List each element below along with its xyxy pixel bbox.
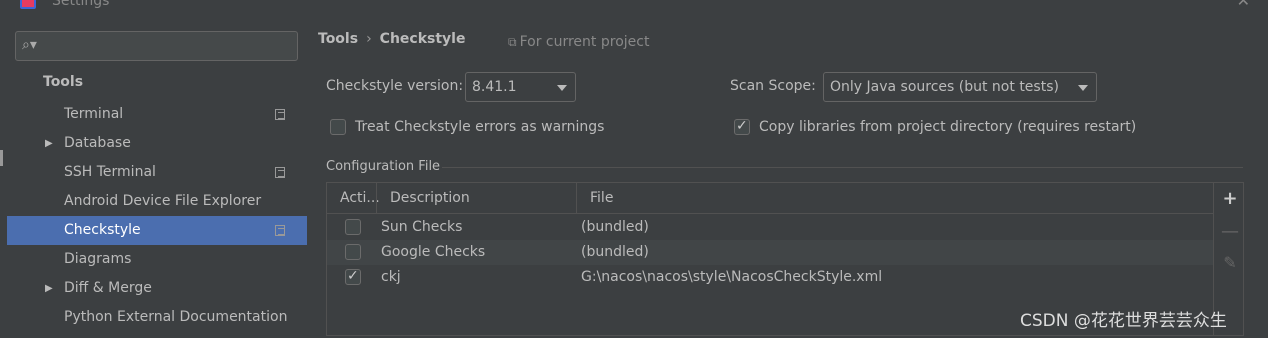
column-header-description[interactable]: Description xyxy=(377,183,470,214)
settings-search-box[interactable]: ⌕▾ xyxy=(15,31,298,61)
sidebar-item-diagrams[interactable]: Diagrams xyxy=(7,245,307,274)
sidebar-item-label: Terminal xyxy=(64,106,124,122)
for-current-project-label: For current project xyxy=(519,34,650,50)
table-row[interactable]: ✓ ckj G:\nacos\nacos\style\NacosCheckStyle… xyxy=(327,265,1213,290)
configuration-file-title: Configuration File xyxy=(326,159,441,174)
sidebar-item-label: SSH Terminal xyxy=(64,164,156,180)
column-header-file[interactable]: File xyxy=(577,183,613,214)
settings-sidebar: ⌕▾ Tools Terminal ▶ Database SSH Terminal An… xyxy=(0,20,307,338)
settings-tree: Terminal ▶ Database SSH Terminal Android Dev… xyxy=(7,100,307,332)
row-file-path: (bundled) xyxy=(581,219,649,235)
treat-errors-checkbox[interactable] xyxy=(330,119,346,135)
sidebar-item-label: Android Device File Explorer xyxy=(64,193,262,209)
remove-config-button[interactable]: — xyxy=(1220,221,1240,242)
section-divider xyxy=(442,167,1243,168)
copy-libraries-label[interactable]: Copy libraries from project directory (r… xyxy=(759,119,1136,135)
edit-config-button[interactable]: ✎ xyxy=(1220,253,1240,272)
sidebar-item-label: Diagrams xyxy=(64,251,132,267)
checkstyle-version-select[interactable]: 8.41.1 xyxy=(465,72,576,102)
sidebar-item-label: Checkstyle xyxy=(64,222,141,238)
row-active-checkbox[interactable]: ✓ xyxy=(345,268,361,285)
settings-search-input[interactable] xyxy=(44,36,284,56)
sidebar-item-label: Diff & Merge xyxy=(64,280,152,296)
close-window-icon[interactable]: ✕ xyxy=(1237,0,1250,10)
sidebar-item-label: Python External Documentation xyxy=(64,309,288,325)
row-active-checkbox[interactable] xyxy=(345,219,361,235)
breadcrumb-parent[interactable]: Tools xyxy=(318,31,358,47)
search-icon[interactable]: ⌕▾ xyxy=(22,37,37,53)
add-config-button[interactable]: + xyxy=(1220,188,1240,209)
sidebar-item-ssh-terminal[interactable]: SSH Terminal xyxy=(7,158,307,187)
triangle-right-icon[interactable]: ▶ xyxy=(45,129,53,158)
sidebar-group-tools[interactable]: Tools xyxy=(43,74,83,90)
row-description: Google Checks xyxy=(381,244,486,260)
scan-scope-value: Only Java sources (but not tests) xyxy=(830,79,1059,95)
copy-settings-icon: ⧉ xyxy=(508,35,517,49)
checkstyle-version-value: 8.41.1 xyxy=(472,79,517,95)
column-header-active[interactable]: Acti... xyxy=(327,183,380,214)
sidebar-item-terminal[interactable]: Terminal xyxy=(7,100,307,129)
row-description: Sun Checks xyxy=(381,219,463,235)
table-row[interactable]: Sun Checks (bundled) xyxy=(327,215,1213,240)
copy-settings-icon xyxy=(275,109,285,120)
breadcrumb: Tools › Checkstyle xyxy=(318,31,465,47)
row-file-path: (bundled) xyxy=(581,244,649,260)
copy-settings-icon xyxy=(275,167,285,178)
breadcrumb-current: Checkstyle xyxy=(379,31,466,47)
sidebar-item-database[interactable]: ▶ Database xyxy=(7,129,307,158)
table-row[interactable]: Google Checks (bundled) xyxy=(327,240,1213,265)
checkmark-icon: ✓ xyxy=(347,268,359,284)
sidebar-item-diff-merge[interactable]: ▶ Diff & Merge xyxy=(7,274,307,303)
checkstyle-version-label: Checkstyle version: xyxy=(326,78,464,94)
copy-settings-icon xyxy=(275,225,285,236)
watermark: CSDN @花花世界芸芸众生 xyxy=(1020,311,1227,331)
sidebar-item-checkstyle[interactable]: Checkstyle xyxy=(7,216,307,245)
table-header: Acti... Description File xyxy=(327,183,1213,214)
triangle-right-icon[interactable]: ▶ xyxy=(45,274,53,303)
sidebar-item-label: Database xyxy=(64,135,131,151)
sidebar-item-android-device-file-explorer[interactable]: Android Device File Explorer xyxy=(7,187,307,216)
checkmark-icon: ✓ xyxy=(736,118,748,134)
treat-errors-label[interactable]: Treat Checkstyle errors as warnings xyxy=(355,119,604,135)
window-titlebar: Settings ✕ xyxy=(0,0,1268,14)
window-edge-marker xyxy=(0,150,3,166)
row-description: ckj xyxy=(381,269,401,285)
app-logo-icon xyxy=(20,0,36,9)
row-file-path: G:\nacos\nacos\style\NacosCheckStyle.xml xyxy=(581,269,883,285)
scan-scope-label: Scan Scope: xyxy=(730,78,816,94)
row-active-checkbox[interactable] xyxy=(345,244,361,260)
scan-scope-select[interactable]: Only Java sources (but not tests) xyxy=(823,72,1097,102)
chevron-down-icon xyxy=(1078,85,1088,91)
chevron-down-icon xyxy=(557,85,567,91)
window-title: Settings xyxy=(52,0,110,9)
for-current-project-hint: ⧉ For current project xyxy=(508,34,649,50)
breadcrumb-separator: › xyxy=(366,31,372,47)
sidebar-item-python-external-documentation[interactable]: Python External Documentation xyxy=(7,303,307,332)
copy-libraries-checkbox[interactable]: ✓ xyxy=(734,118,750,135)
